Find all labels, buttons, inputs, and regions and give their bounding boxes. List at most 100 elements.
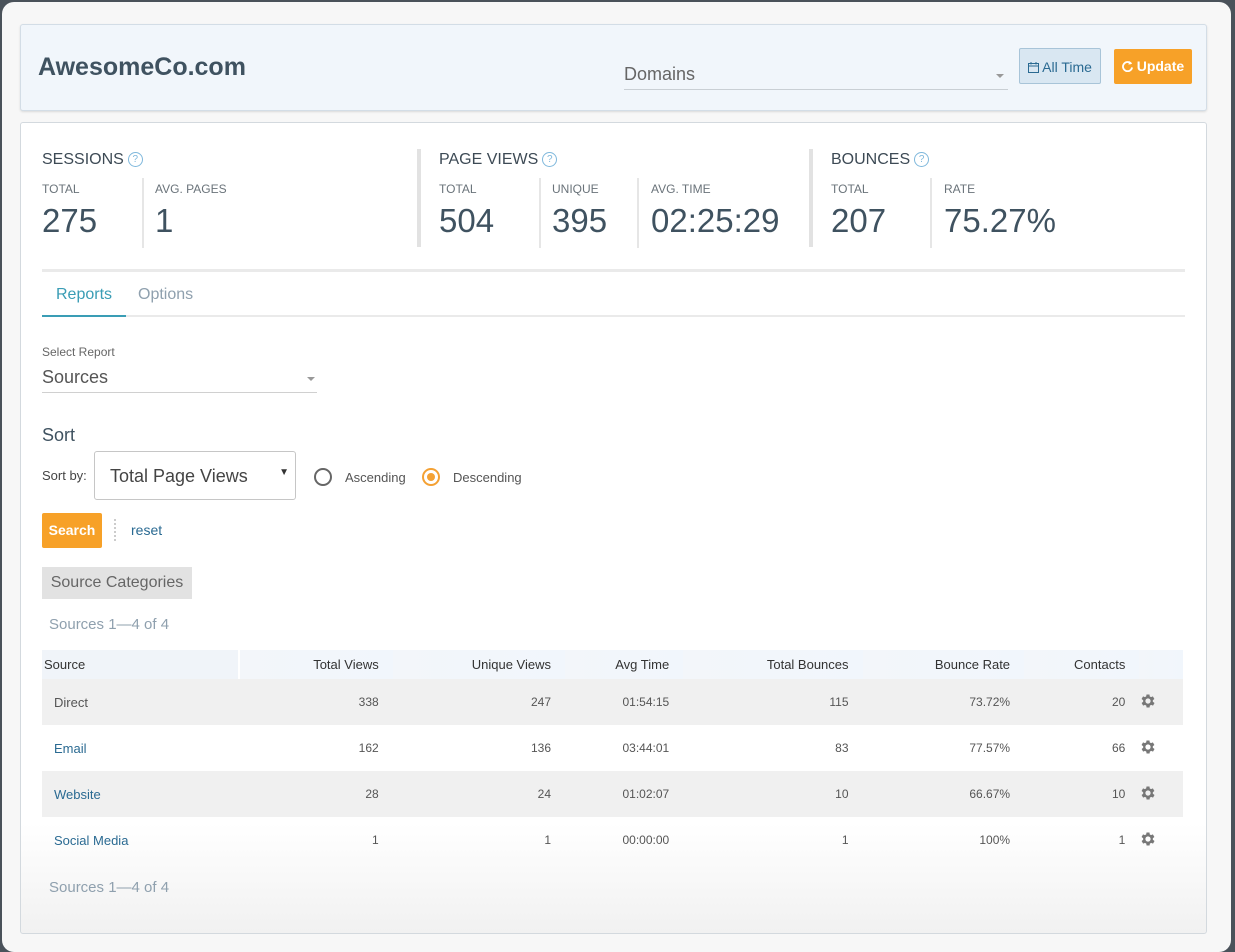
page-views-avg-time-label: AVG. TIME xyxy=(651,182,711,196)
page-views-unique-label: UNIQUE xyxy=(552,182,599,196)
avg-time-cell: 03:44:01 xyxy=(622,741,670,755)
caret-down-icon: ▼ xyxy=(279,467,289,478)
column-header-actions xyxy=(1139,650,1183,679)
page-views-unique-value: 395 xyxy=(552,202,608,239)
total-views-cell: 338 xyxy=(239,679,393,725)
domain-select[interactable]: Domains xyxy=(624,63,1008,90)
divider xyxy=(142,178,144,248)
source-name-link[interactable]: Email xyxy=(42,725,239,771)
gear-icon[interactable] xyxy=(1139,692,1157,710)
ascending-label[interactable]: Ascending xyxy=(345,470,406,485)
stats-divider xyxy=(42,269,1185,272)
divider xyxy=(637,178,639,248)
top-bar: AwesomeCo.com Domains All Time Update xyxy=(20,24,1207,111)
row-actions xyxy=(1139,679,1183,725)
column-header-total-bounces[interactable]: Total Bounces xyxy=(683,650,863,679)
bounces-label: BOUNCES xyxy=(831,151,911,168)
descending-radio[interactable] xyxy=(422,468,440,486)
total-views-cell: 162 xyxy=(358,741,379,755)
total-bounces-cell: 10 xyxy=(683,771,863,817)
sort-by-value: Total Page Views xyxy=(110,466,248,486)
avg-time-cell: 00:00:00 xyxy=(622,833,670,847)
pager-top: Sources 1—4 of 4 xyxy=(49,616,170,633)
contacts-cell: 1 xyxy=(1118,833,1126,847)
help-icon[interactable]: ? xyxy=(542,152,558,167)
page-views-heading: PAGE VIEWS? xyxy=(439,151,558,169)
select-report-label: Select Report xyxy=(42,345,115,359)
sessions-avg-pages-value: 1 xyxy=(155,202,174,239)
search-button[interactable]: Search xyxy=(42,513,102,548)
report-select-value: Sources xyxy=(42,367,109,387)
table-row: Website 28 24 01:02:07 10 66.67% 10 xyxy=(42,771,1183,817)
row-actions xyxy=(1139,725,1183,771)
total-bounces-cell: 83 xyxy=(835,741,849,755)
sessions-heading: SESSIONS? xyxy=(42,151,143,169)
refresh-icon xyxy=(1121,61,1133,73)
group-divider xyxy=(417,149,421,247)
source-name-link[interactable]: Website xyxy=(42,771,240,817)
page-views-label: PAGE VIEWS xyxy=(439,151,539,168)
divider xyxy=(539,178,541,248)
column-header-source[interactable]: Source xyxy=(42,650,241,679)
calendar-icon xyxy=(1028,62,1040,73)
separator xyxy=(114,519,116,541)
column-header-unique-views[interactable]: Unique Views xyxy=(392,650,566,679)
tabs-divider xyxy=(42,315,1185,317)
source-name-link[interactable]: Social Media xyxy=(42,817,239,863)
page-views-total-label: TOTAL xyxy=(439,182,477,196)
row-actions xyxy=(1139,771,1183,817)
all-time-label: All Time xyxy=(1042,59,1092,75)
table-row: Email 162 136 03:44:01 83 77.57% 66 xyxy=(42,725,1183,771)
column-header-total-views[interactable]: Total Views xyxy=(239,650,393,679)
contacts-cell: 66 xyxy=(1111,741,1126,755)
total-views-cell: 28 xyxy=(239,771,393,817)
column-header-contacts[interactable]: Contacts xyxy=(1024,650,1140,679)
tab-options[interactable]: Options xyxy=(138,286,193,304)
descending-label[interactable]: Descending xyxy=(453,470,522,485)
total-views-cell: 1 xyxy=(372,833,379,847)
table-row: Social Media 1 1 00:00:00 1 100% 1 xyxy=(42,817,1183,863)
sessions-total-label: TOTAL xyxy=(42,182,80,196)
avg-time-cell: 01:54:15 xyxy=(565,679,684,725)
bounce-rate-cell: 100% xyxy=(979,833,1011,847)
page-views-avg-time-value: 02:25:29 xyxy=(651,202,780,239)
source-categories-button[interactable]: Source Categories xyxy=(42,567,192,599)
divider xyxy=(930,178,932,248)
total-bounces-cell: 115 xyxy=(683,679,863,725)
bounce-rate-cell: 66.67% xyxy=(862,771,1025,817)
help-icon[interactable]: ? xyxy=(914,152,930,167)
bounces-total-value: 207 xyxy=(831,202,887,239)
bounce-rate-cell: 73.72% xyxy=(862,679,1025,725)
unique-views-cell: 24 xyxy=(392,771,566,817)
source-name: Direct xyxy=(42,679,240,725)
contacts-cell: 20 xyxy=(1024,679,1140,725)
update-button[interactable]: Update xyxy=(1114,49,1192,84)
report-select[interactable]: Sources xyxy=(42,366,317,393)
column-header-avg-time[interactable]: Avg Time xyxy=(565,650,684,679)
main-panel: SESSIONS? TOTAL 275 AVG. PAGES 1 PAGE VI… xyxy=(20,122,1207,934)
bounces-rate-value: 75.27% xyxy=(944,202,1056,239)
gear-icon[interactable] xyxy=(1139,784,1157,802)
bounces-total-label: TOTAL xyxy=(831,182,869,196)
contacts-cell: 10 xyxy=(1024,771,1140,817)
tab-reports[interactable]: Reports xyxy=(56,286,112,304)
ascending-radio[interactable] xyxy=(314,468,332,486)
table-row: Direct 338 247 01:54:15 115 73.72% 20 xyxy=(42,679,1183,725)
page-views-total-value: 504 xyxy=(439,202,495,239)
gear-icon[interactable] xyxy=(1139,738,1157,756)
sort-by-select[interactable]: Total Page Views ▼ xyxy=(94,451,296,500)
sort-heading: Sort xyxy=(42,425,76,445)
gear-icon[interactable] xyxy=(1139,830,1157,848)
sessions-total-value: 275 xyxy=(42,202,98,239)
unique-views-cell: 136 xyxy=(530,741,552,755)
total-bounces-cell: 1 xyxy=(841,833,849,847)
reset-link[interactable]: reset xyxy=(131,522,162,538)
sort-by-label: Sort by: xyxy=(42,468,87,483)
chevron-down-icon xyxy=(307,377,315,381)
avg-time-cell: 01:02:07 xyxy=(565,771,684,817)
all-time-button[interactable]: All Time xyxy=(1019,48,1101,84)
active-tab-indicator xyxy=(42,315,126,317)
help-icon[interactable]: ? xyxy=(127,152,143,167)
column-header-bounce-rate[interactable]: Bounce Rate xyxy=(862,650,1025,679)
pager-bottom: Sources 1—4 of 4 xyxy=(49,879,170,896)
